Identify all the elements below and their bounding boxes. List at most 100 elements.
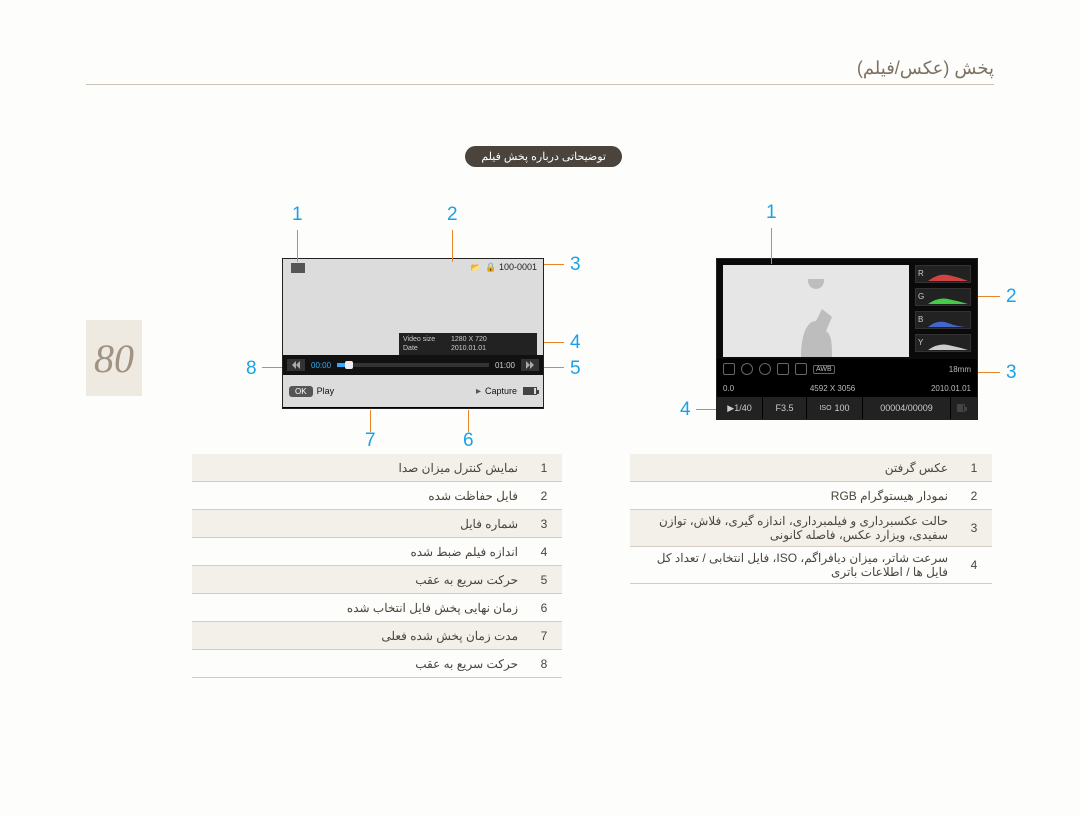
table-row: 8حرکت سریع به عقب [192,650,562,678]
table-row: 5حرکت سریع به عقب [192,566,562,594]
awb-badge: AWB [813,365,835,374]
row-num: 6 [526,601,562,615]
play-label: Play [317,386,335,396]
callout-2: 2 [447,204,458,226]
file-number: 100-0001 [499,262,537,272]
movie-bottom-bar: OK Play ▸ Capture [283,375,543,407]
protected-icon: 🔒 [485,262,496,272]
movie-display-area: 🔒 100-0001 Video size1280 X 720 Date2010… [283,259,543,355]
seek-bar[interactable] [337,363,489,367]
index-cell: ▶ 1/40 [717,397,763,419]
fastforward-button[interactable] [521,359,539,371]
photo-legend-table: 1عکس گرفتن 2نمودار هیستوگرام RGB 3حالت ع… [630,454,992,584]
counter-cell: 00004/00009 [863,397,951,419]
photo-sub-row: 0.0 4592 X 3056 2010.01.01 [717,379,977,397]
row-num: 3 [956,521,992,535]
table-row: 4اندازه فیلم ضبط شده [192,538,562,566]
leader [544,264,564,265]
movie-playback-screen: 🔒 100-0001 Video size1280 X 720 Date2010… [282,258,544,409]
video-size-label: Video size [403,335,451,344]
iso-label: ISO [819,405,831,412]
rgb-histogram: R G B Y [915,265,971,357]
row-desc: سرعت شاتر، میزان دیافراگم، ISO، فایل انت… [630,547,956,583]
page-number-block: 80 [86,320,142,396]
photo-icon-row: AWB 18mm [717,359,977,379]
leader [468,410,469,432]
title-rule [86,84,994,85]
index-value: 1/40 [734,403,752,413]
callout-7: 7 [365,430,376,452]
battery-cell [951,397,977,419]
ev-value: 0.0 [723,384,734,393]
leader [262,367,282,368]
leader [297,230,298,262]
table-row: 1عکس گرفتن [630,454,992,482]
row-desc: زمان نهایی پخش فایل انتخاب شده [192,597,526,619]
row-num: 7 [526,629,562,643]
metering-icon [741,363,753,375]
movie-progress-bar: 00:00 01:00 [283,355,543,375]
histogram-row-y: Y [915,334,971,352]
table-row: 3شماره فایل [192,510,562,538]
row-num: 1 [956,461,992,475]
histogram-row-b: B [915,311,971,329]
leader [771,228,772,264]
picturewizard-icon [777,363,789,375]
leader [696,409,716,410]
section-band-title: توضیحاتی درباره پخش فیلم [465,146,622,167]
leader [544,342,564,343]
callout-r3: 3 [1006,362,1017,384]
leader [978,296,1000,297]
row-desc: نمودار هیستوگرام RGB [630,485,956,507]
mode-icon [723,363,735,375]
leader [370,410,371,432]
total-time: 01:00 [495,361,515,370]
volume-icon [291,263,305,273]
leader [544,367,564,368]
battery-icon [957,404,965,412]
callout-r4: 4 [680,399,691,421]
row-desc: فایل حفاظت شده [192,485,526,507]
elapsed-time: 00:00 [311,361,331,370]
iso-cell: ISO 100 [807,397,863,419]
file-number-display: 🔒 100-0001 [471,262,537,273]
table-row: 7مدت زمان پخش شده فعلی [192,622,562,650]
callout-3: 3 [570,254,581,276]
callout-6: 6 [463,430,474,452]
table-row: 3حالت عکسبرداری و فیلمبرداری، اندازه گیر… [630,510,992,547]
row-num: 8 [526,657,562,671]
histogram-row-r: R [915,265,971,283]
callout-8: 8 [246,358,257,380]
captured-photo-thumbnail [723,265,909,357]
callout-5: 5 [570,358,581,380]
chevron-right-icon: ▸ [476,386,481,397]
row-num: 2 [526,489,562,503]
row-num: 1 [526,461,562,475]
rewind-button[interactable] [287,359,305,371]
callout-4: 4 [570,332,581,354]
page-number: 80 [94,335,134,382]
leader [978,372,1000,373]
focal-length: 18mm [949,365,971,374]
leader [452,230,453,262]
row-desc: اندازه فیلم ضبط شده [192,541,526,563]
callout-r1: 1 [766,202,777,224]
iso-value: 100 [835,403,850,413]
photo-info-screen: R G B Y AWB 18mm 0.0 4592 X 3056 2010.01… [716,258,978,420]
row-desc: مدت زمان پخش شده فعلی [192,625,526,647]
battery-icon [523,387,537,395]
resolution: 4592 X 3056 [810,384,855,393]
flash-icon [759,363,771,375]
channel-label: R [918,269,924,278]
table-row: 6زمان نهایی پخش فایل انتخاب شده [192,594,562,622]
row-desc: عکس گرفتن [630,457,956,479]
person-icon [781,279,851,357]
photo-status-bar: ▶ 1/40 F3.5 ISO100 00004/00009 [717,397,977,419]
table-row: 2نمودار هیستوگرام RGB [630,482,992,510]
row-desc: حرکت سریع به عقب [192,569,526,591]
date-value: 2010.01.01 [451,344,486,353]
video-size-value: 1280 X 720 [451,335,487,344]
table-row: 1نمایش کنترل میزان صدا [192,454,562,482]
channel-label: B [918,315,923,324]
ok-button[interactable]: OK [289,386,313,397]
